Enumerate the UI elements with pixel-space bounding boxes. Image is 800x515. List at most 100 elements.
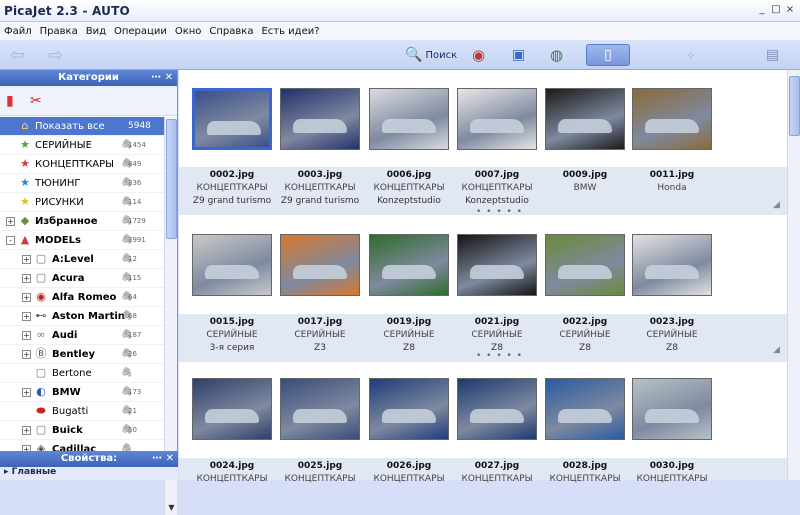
thumbnail-image[interactable] (457, 88, 537, 150)
thumbnail-image[interactable] (632, 378, 712, 440)
thumbnail-caption: 0011.jpg Honda (627, 169, 717, 195)
menu-edit[interactable]: Правка (40, 26, 78, 37)
category-item[interactable]: ★ КОНЦЕПТКАРЫ 🖇 849 (0, 155, 164, 174)
thumbnail-image[interactable] (457, 378, 537, 440)
thumbnail-image[interactable] (545, 88, 625, 150)
main-scrollbar-thumb[interactable] (789, 76, 800, 136)
car-photo-icon (470, 265, 524, 279)
expand-icon[interactable]: + (22, 311, 31, 321)
category-tag: СЕРИЙНЫЕ (294, 330, 346, 340)
scroll-down-arrow-icon[interactable]: ▼ (166, 503, 177, 515)
thumbnail-image[interactable] (280, 378, 360, 440)
thumbnail-image[interactable] (369, 234, 449, 296)
category-item[interactable]: ⬬ Bugatti 🖇 21 (0, 402, 164, 421)
expand-icon[interactable]: + (22, 254, 31, 264)
star-icon: ★ (20, 195, 30, 208)
category-item[interactable]: + ⊷ Aston Martin 🖇 68 (0, 307, 164, 326)
category-label: РИСУНКИ (35, 196, 84, 208)
forward-arrow-icon: ⇨ (48, 44, 64, 66)
collapse-icon[interactable]: - (6, 235, 15, 245)
thumbnail-image[interactable] (369, 378, 449, 440)
maximize-button[interactable]: □ (770, 4, 782, 16)
menu-window[interactable]: Окно (175, 26, 202, 37)
expand-icon[interactable]: + (22, 292, 31, 302)
thumbnail-image[interactable] (632, 88, 712, 150)
properties-main-row[interactable]: ▸ Главные (0, 467, 178, 480)
thumbnail-image[interactable] (545, 234, 625, 296)
burn-disc-button[interactable]: ◉ (472, 44, 485, 66)
thumbnail-image[interactable] (632, 234, 712, 296)
back-button[interactable]: ⇦ (10, 44, 25, 66)
close-button[interactable]: × (784, 4, 796, 16)
brand-logo-icon: ◉ (36, 290, 46, 303)
brand-logo-icon: ▢ (35, 366, 47, 379)
category-item[interactable]: ★ СЕРИЙНЫЕ 🖇 1454 (0, 136, 164, 155)
thumbnail-image[interactable] (192, 378, 272, 440)
folder-icon: ▲ (20, 233, 30, 246)
car-photo-icon (205, 265, 259, 279)
thumbnail-image[interactable] (369, 88, 449, 150)
search-button[interactable]: 🔍 Поиск (405, 44, 457, 66)
category-item[interactable]: ▢ Bertone 🖇 (0, 364, 164, 383)
menu-file[interactable]: Файл (4, 26, 32, 37)
resize-grip-icon[interactable]: ◢ (773, 200, 780, 210)
scrollbar-thumb[interactable] (166, 119, 177, 239)
car-photo-icon (382, 265, 436, 279)
menu-help[interactable]: Справка (209, 26, 253, 37)
description: Konzeptstudio (377, 196, 441, 206)
category-item[interactable]: + ◐ BMW 🖇 173 (0, 383, 164, 402)
expand-icon[interactable]: + (6, 216, 15, 226)
properties-controls[interactable]: ⋯ ✕ (152, 451, 174, 467)
layout-toggle-button[interactable]: ▯ (586, 44, 630, 66)
category-count: 849 (128, 160, 142, 168)
category-item[interactable]: ⌂ Показать все 5948 (0, 117, 164, 136)
properties-main-label: Главные (11, 467, 57, 477)
category-item[interactable]: + ◆ Избранное 🖇 1729 (0, 212, 164, 231)
expand-icon[interactable]: + (22, 273, 31, 283)
cut-icon[interactable]: ✂ (30, 93, 42, 109)
thumbnail-image[interactable] (457, 234, 537, 296)
category-item[interactable]: + ∞ Audi 🖇 187 (0, 326, 164, 345)
category-label: Acura (52, 272, 85, 284)
category-item[interactable]: + ▢ A:Level 🖇 12 (0, 250, 164, 269)
category-item[interactable]: + ▢ Buick 🖇 50 (0, 421, 164, 440)
thumbnail-caption: 0015.jpg СЕРИЙНЫЕ 3-я серия (187, 316, 277, 355)
title-bar: PicaJet 2.3 - AUTO _ □ × (0, 0, 800, 22)
category-item[interactable]: + ◉ Alfa Romeo 🖇 64 (0, 288, 164, 307)
category-item[interactable]: - ▲ MODELs 🖇 3991 (0, 231, 164, 250)
category-label: Bugatti (52, 405, 89, 417)
expand-icon[interactable]: + (22, 330, 31, 340)
category-item[interactable]: ★ РИСУНКИ 🖇 114 (0, 193, 164, 212)
thumbnail-image[interactable] (192, 88, 272, 150)
category-item[interactable]: + Ⓑ Bentley 🖇 26 (0, 345, 164, 364)
resize-grip-icon[interactable]: ◢ (773, 345, 780, 355)
thumbnail-image[interactable] (280, 234, 360, 296)
file-name: 0002.jpg (209, 170, 255, 180)
thumbnail-image[interactable] (192, 234, 272, 296)
category-item[interactable]: ★ ТЮНИНГ 🖇 336 (0, 174, 164, 193)
pane-controls[interactable]: ⋯ ✕ (151, 70, 173, 86)
forward-button[interactable]: ⇨ (48, 44, 63, 66)
category-count: 114 (128, 198, 142, 206)
star-icon: ★ (20, 176, 30, 189)
details-button[interactable]: ▤ (766, 44, 779, 66)
thumbnail-image[interactable] (280, 88, 360, 150)
category-tag: СЕРИЙНЫЕ (559, 330, 611, 340)
globe-button[interactable]: ◍ (550, 44, 563, 66)
minimize-button[interactable]: _ (756, 4, 768, 16)
expand-icon[interactable]: + (22, 349, 31, 359)
menu-ideas[interactable]: Есть идеи? (261, 26, 319, 37)
brand-logo-icon: ⊷ (35, 309, 47, 322)
expand-icon[interactable]: + (22, 387, 31, 397)
grid-button[interactable]: ⁘ (686, 44, 695, 66)
toolbar: ⇦ ⇨ 🔍 Поиск ◉ ▣ ◍ ▯ ⁘ ▤ (0, 40, 800, 70)
thumbnail-image[interactable] (545, 378, 625, 440)
new-category-icon[interactable]: ▮ (6, 93, 14, 109)
menu-operations[interactable]: Операции (114, 26, 167, 37)
category-item[interactable]: + ▢ Acura 🖇 115 (0, 269, 164, 288)
main-scrollbar[interactable] (787, 70, 800, 480)
file-name: 0006.jpg (386, 170, 432, 180)
expand-icon[interactable]: + (22, 425, 31, 435)
menu-view[interactable]: Вид (86, 26, 106, 37)
image-view-button[interactable]: ▣ (512, 44, 525, 66)
